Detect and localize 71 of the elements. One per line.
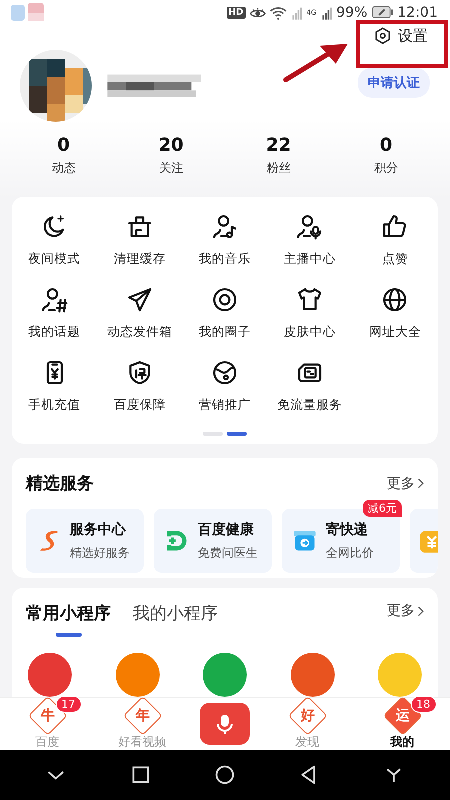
settings-icon <box>374 27 392 46</box>
notification-icon <box>10 2 46 23</box>
battery-percent: 99% <box>336 4 368 21</box>
stat-count: 0 <box>380 135 393 156</box>
tool-item[interactable]: 我的话题 <box>12 286 98 342</box>
person-note-icon <box>210 213 239 242</box>
paper-plane-icon <box>126 286 154 314</box>
tool-item[interactable]: 我的圈子 <box>182 286 268 342</box>
battery-icon <box>372 6 394 20</box>
tool-item[interactable]: 夜间模式 <box>12 213 98 268</box>
clock-time: 12:01 <box>398 4 438 21</box>
discount-badge: 减6元 <box>363 500 402 518</box>
tool-item[interactable]: 动态发件箱 <box>97 286 182 342</box>
service-card[interactable]: 百度健康 免费问医生 <box>154 509 272 574</box>
settings-button[interactable]: 设置 <box>374 26 428 46</box>
stat-count: 20 <box>158 135 184 156</box>
service-card[interactable]: 服务中心 精选好服务 <box>26 509 144 574</box>
signal-icon <box>290 6 303 20</box>
service-title: 百度健康 <box>198 520 255 539</box>
tab-item[interactable]: 运 我的 18 <box>355 697 450 751</box>
count-badge: 18 <box>410 696 436 713</box>
tab-item[interactable]: 牛 百度 17 <box>0 697 95 751</box>
stat-label: 积分 <box>374 160 398 178</box>
stat-label: 关注 <box>159 160 184 178</box>
wifi-icon <box>270 6 287 20</box>
tool-item[interactable]: 营销推广 <box>182 359 268 414</box>
chat-circle-icon <box>210 286 239 314</box>
tool-item[interactable]: 我的音乐 <box>182 213 268 268</box>
service-title: 寄快递 <box>326 520 369 539</box>
stat-count: 22 <box>266 135 292 156</box>
globe-icon <box>381 286 410 314</box>
tab-item[interactable]: 好 发现 <box>260 697 355 751</box>
section-tab[interactable]: 常用小程序 <box>26 602 111 637</box>
home-icon <box>214 764 236 786</box>
person-hash-icon <box>40 286 69 314</box>
tool-item[interactable]: 点赞 <box>352 213 438 268</box>
service-subtitle: 免费问医生 <box>198 544 258 562</box>
tool-item[interactable]: 百度保障 <box>97 359 182 414</box>
count-badge: 17 <box>56 696 82 713</box>
verify-button[interactable]: 申请认证 <box>358 68 430 98</box>
stat-label: 动态 <box>52 160 76 178</box>
stat-label: 粉丝 <box>266 160 291 178</box>
tool-item[interactable]: 免流量服务 <box>268 359 353 414</box>
service-subtitle: 精选好服务 <box>70 544 130 562</box>
more-link[interactable]: 更多 <box>387 474 424 493</box>
mini-program-icon[interactable] <box>28 653 72 697</box>
tool-item[interactable]: 清理缓存 <box>97 213 182 268</box>
home-button[interactable] <box>214 764 236 786</box>
tool-item[interactable]: 网址大全 <box>352 286 438 342</box>
stat-count: 0 <box>57 135 70 156</box>
tool-item[interactable]: 皮肤中心 <box>268 286 353 342</box>
section-title: 精选服务 <box>26 473 95 496</box>
tool-item[interactable]: 手机充值 <box>12 359 98 414</box>
mini-program-icon[interactable] <box>116 653 160 697</box>
chevron-right-icon <box>417 606 424 616</box>
mini-program-icon[interactable] <box>203 653 247 697</box>
service-title: 服务中心 <box>70 520 128 539</box>
hd-icon: HD <box>226 6 246 19</box>
planet-icon <box>210 359 239 388</box>
tab-icon: 好 <box>288 696 328 736</box>
signal-icon <box>320 6 333 20</box>
mini-program-icon[interactable] <box>290 653 334 697</box>
chevron-right-icon <box>417 478 424 490</box>
section-tab[interactable]: 我的小程序 <box>133 602 218 637</box>
eye-icon <box>250 6 266 19</box>
voice-search-button[interactable] <box>200 703 250 745</box>
service-subtitle: 全网比价 <box>326 544 374 562</box>
tool-item[interactable]: 主播中心 <box>268 213 353 268</box>
tab-icon: 年 <box>122 696 162 736</box>
more-link[interactable]: 更多 <box>387 602 424 620</box>
person-mic-icon <box>296 213 324 242</box>
